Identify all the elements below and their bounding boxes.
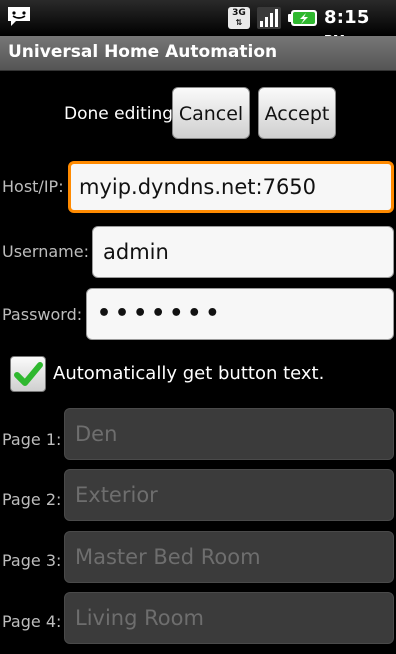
page-4-label: Page 4: bbox=[2, 612, 62, 631]
screen: 3G ⇅ 8:15 PM Universal Home Automation D… bbox=[0, 0, 396, 654]
host-input[interactable]: myip.dyndns.net:7650 bbox=[68, 161, 394, 213]
page-2-label: Page 2: bbox=[2, 490, 62, 509]
message-icon bbox=[8, 7, 30, 26]
signal-icon bbox=[257, 7, 281, 29]
done-editing-label: Done editing? bbox=[64, 104, 183, 124]
auto-button-text-label: Automatically get button text. bbox=[53, 363, 325, 384]
page-3-label: Page 3: bbox=[2, 551, 62, 570]
page-1-input[interactable]: Den bbox=[64, 408, 394, 460]
username-input[interactable]: admin bbox=[92, 226, 394, 278]
status-bar: 3G ⇅ 8:15 PM bbox=[0, 0, 396, 47]
page-1-label: Page 1: bbox=[2, 430, 62, 449]
network-badge-text: 3G bbox=[232, 8, 246, 18]
host-label: Host/IP: bbox=[2, 177, 64, 196]
app-title-bar: Universal Home Automation bbox=[0, 36, 396, 71]
time-value: 8:15 bbox=[324, 7, 370, 28]
username-label: Username: bbox=[2, 242, 89, 261]
app-title: Universal Home Automation bbox=[8, 42, 278, 62]
cancel-button[interactable]: Cancel bbox=[172, 87, 250, 139]
password-label: Password: bbox=[2, 305, 83, 324]
accept-button[interactable]: Accept bbox=[258, 87, 336, 139]
3g-icon: 3G ⇅ bbox=[228, 7, 250, 29]
page-3-input[interactable]: Master Bed Room bbox=[64, 531, 394, 583]
password-input[interactable]: ••••••• bbox=[86, 288, 394, 340]
checkmark-icon bbox=[14, 362, 43, 386]
page-2-input[interactable]: Exterior bbox=[64, 469, 394, 521]
battery-charging-icon bbox=[288, 10, 317, 26]
auto-button-text-checkbox[interactable] bbox=[10, 356, 46, 392]
page-4-input[interactable]: Living Room bbox=[64, 592, 394, 644]
